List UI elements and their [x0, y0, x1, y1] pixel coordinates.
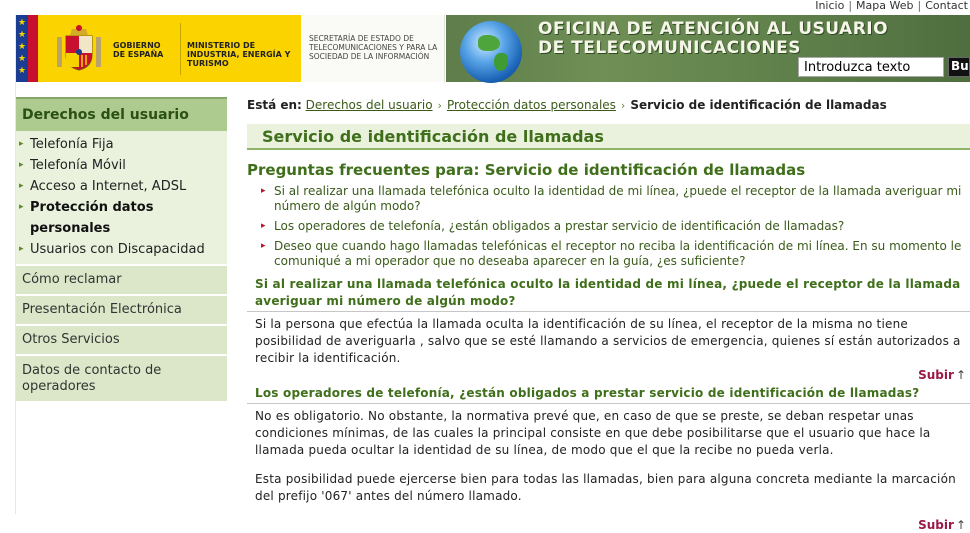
bullet-icon: ▸ [19, 139, 24, 149]
arrow-up-icon: ↑ [955, 368, 966, 382]
faq-link[interactable]: ▸ Los operadores de telefonía, ¿están obl… [261, 219, 970, 234]
secretaria-label: SECRETARÍA DE ESTADO DE TELECOMUNICACION… [309, 34, 438, 61]
breadcrumb-label: Está en: [247, 98, 302, 112]
page-left-border [0, 0, 16, 514]
faq-answer: Si al realizar una llamada telefónica oc… [247, 276, 970, 383]
page-title: Servicio de identificación de llamadas [247, 124, 970, 150]
breadcrumb-link-proteccion[interactable]: Protección datos personales [447, 98, 616, 112]
top-link-inicio[interactable]: Inicio [815, 0, 844, 12]
answer-body: Si la persona que efectúa la llamada ocu… [247, 311, 970, 367]
answer-paragraph: Si la persona que efectúa la llamada ocu… [255, 317, 961, 365]
government-brand[interactable]: ★ ★ ★ ★ ★ GOBIERNO DE ESPAÑA MINISTERIO … [16, 15, 301, 82]
bullet-icon: ▸ [19, 181, 24, 191]
bullet-icon: ▸ [261, 241, 266, 251]
answer-question: Los operadores de telefonía, ¿están obli… [255, 386, 920, 400]
globe-icon [460, 21, 522, 83]
search-input[interactable] [798, 57, 944, 77]
answer-body: No es obligatorio. No obstante, la norma… [247, 403, 970, 505]
ministerio-label: MINISTERIO DE INDUSTRIA, ENERGÍA Y TURIS… [187, 41, 291, 68]
faq-answer: Los operadores de telefonía, ¿están obli… [247, 385, 970, 533]
back-to-top-link[interactable]: Subir ↑ [247, 367, 970, 383]
arrow-right-icon: › [620, 99, 626, 112]
arrow-up-icon: ↑ [955, 518, 966, 532]
answer-paragraph: No es obligatorio. No obstante, la norma… [255, 409, 931, 457]
breadcrumb: Está en: Derechos del usuario › Protección… [247, 97, 970, 114]
gobierno-label: GOBIERNO DE ESPAÑA [113, 41, 164, 59]
faq-heading: Preguntas frecuentes para: Servicio de i… [247, 161, 806, 179]
answer-paragraph: Esta posibilidad puede ejercerse bien pa… [255, 472, 956, 503]
sidebar-heading[interactable]: Derechos del usuario [16, 97, 227, 131]
sidebar-nav: Derechos del usuario ▸ Telefonía Fija ▸ Te… [16, 97, 227, 401]
answer-question: Si al realizar una llamada telefónica oc… [255, 277, 961, 308]
sidebar-item-discapacidad[interactable]: ▸ Usuarios con Discapacidad [16, 239, 227, 260]
bullet-icon: ▸ [19, 160, 24, 170]
sidebar-item-proteccion-datos[interactable]: ▸ Protección datos personales [16, 197, 227, 239]
top-bar: Inicio | Mapa Web | Contact [0, 0, 970, 15]
office-title: OFICINA DE ATENCIÓN AL USUARIO DE TELECO… [538, 19, 889, 58]
site-header: ★ ★ ★ ★ ★ GOBIERNO DE ESPAÑA MINISTERIO … [16, 15, 970, 83]
faq-list: ▸ Si al realizar una llamada telefónica o… [247, 184, 970, 269]
arrow-right-icon: › [437, 99, 442, 112]
sidebar-item-telefonia-movil[interactable]: ▸ Telefonía Móvil [16, 155, 227, 176]
top-links: Inicio | Mapa Web | Contact [815, 0, 968, 12]
sidebar-item-otros-servicios[interactable]: Otros Servicios [16, 324, 227, 354]
breadcrumb-current: Servicio de identificación de llamadas [630, 98, 887, 112]
main-content: Está en: Derechos del usuario › Protección… [247, 97, 970, 533]
sidebar-item-como-reclamar[interactable]: Cómo reclamar [16, 264, 227, 294]
sidebar-item-presentacion-electronica[interactable]: Presentación Electrónica [16, 294, 227, 324]
bullet-icon: ▸ [261, 186, 266, 196]
sidebar-item-telefonia-fija[interactable]: ▸ Telefonía Fija [16, 134, 227, 155]
faq-link[interactable]: ▸ Deseo que cuando hago llamadas telefóni… [261, 239, 970, 269]
breadcrumb-link-derechos[interactable]: Derechos del usuario [306, 98, 433, 112]
sidebar-item-datos-contacto[interactable]: Datos de contacto de operadores [16, 354, 227, 401]
sidebar-item-internet-adsl[interactable]: ▸ Acceso a Internet, ADSL [16, 176, 227, 197]
top-link-contacto[interactable]: Contact [925, 0, 968, 12]
search-button[interactable]: Bu [948, 57, 970, 77]
back-to-top-link[interactable]: Subir ↑ [247, 517, 970, 533]
faq-link[interactable]: ▸ Si al realizar una llamada telefónica o… [261, 184, 970, 214]
eu-flag-icon: ★ ★ ★ ★ ★ [16, 15, 28, 82]
bullet-icon: ▸ [19, 244, 24, 254]
office-banner: OFICINA DE ATENCIÓN AL USUARIO DE TELECO… [446, 15, 970, 83]
secretaria-block[interactable]: SECRETARÍA DE ESTADO DE TELECOMUNICACION… [301, 15, 445, 82]
bullet-icon: ▸ [261, 221, 266, 231]
spain-flag-strip [28, 15, 38, 82]
top-link-mapa-web[interactable]: Mapa Web [856, 0, 913, 12]
sidebar-submenu: ▸ Telefonía Fija ▸ Telefonía Móvil ▸ Acceso… [16, 131, 227, 264]
bullet-icon: ▸ [19, 202, 24, 212]
coat-of-arms-icon [57, 25, 101, 71]
